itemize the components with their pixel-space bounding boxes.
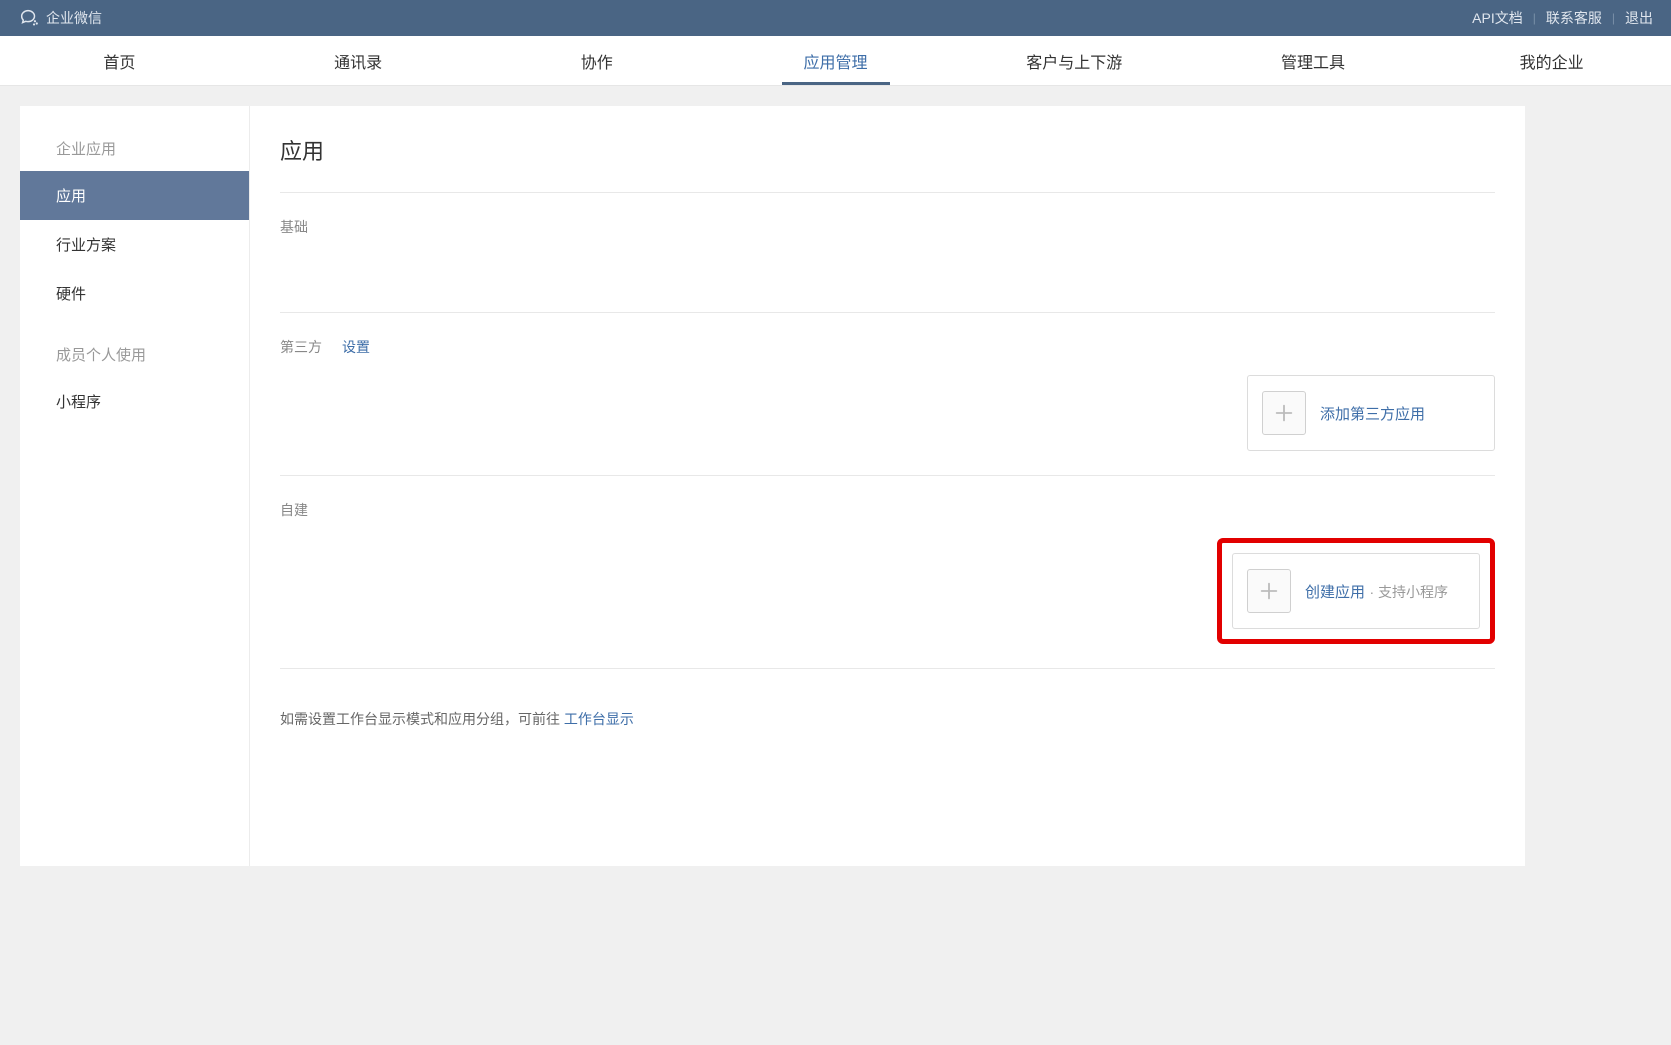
nav-contacts[interactable]: 通讯录: [239, 36, 478, 85]
nav-tools[interactable]: 管理工具: [1194, 36, 1433, 85]
sidebar-item-miniprogram[interactable]: 小程序: [20, 377, 249, 426]
brand-text: 企业微信: [46, 8, 102, 28]
main-content: 应用 基础 第三方 设置 添加第三方应用: [250, 106, 1525, 866]
create-app-sub: · 支持小程序: [1369, 584, 1448, 600]
brand: 企业微信: [18, 7, 102, 29]
logout-link[interactable]: 退出: [1625, 8, 1653, 28]
sidebar-item-industry[interactable]: 行业方案: [20, 220, 249, 269]
main-nav: 首页 通讯录 协作 应用管理 客户与上下游 管理工具 我的企业: [0, 36, 1671, 86]
section-thirdparty: 第三方 设置 添加第三方应用: [280, 313, 1495, 476]
workbench-display-link[interactable]: 工作台显示: [564, 711, 634, 727]
footer-note-text: 如需设置工作台显示模式和应用分组，可前往: [280, 711, 564, 727]
wecom-logo-icon: [18, 7, 40, 29]
section-selfbuild-label: 自建: [280, 500, 308, 520]
separator: |: [1612, 11, 1615, 25]
page-title: 应用: [280, 134, 1495, 193]
add-thirdparty-app-card[interactable]: 添加第三方应用: [1247, 375, 1495, 451]
create-app-label: 创建应用: [1305, 584, 1365, 601]
section-basic: 基础: [280, 193, 1495, 313]
nav-apps[interactable]: 应用管理: [716, 36, 955, 85]
footer-note: 如需设置工作台显示模式和应用分组，可前往 工作台显示: [280, 669, 1495, 729]
sidebar: 企业应用 应用 行业方案 硬件 成员个人使用 小程序: [20, 106, 250, 866]
top-links: API文档 | 联系客服 | 退出: [1472, 8, 1653, 28]
plus-icon: [1247, 569, 1291, 613]
nav-customers[interactable]: 客户与上下游: [955, 36, 1194, 85]
api-docs-link[interactable]: API文档: [1472, 8, 1523, 28]
sidebar-group-enterprise-apps: 企业应用: [20, 130, 249, 171]
sidebar-item-apps[interactable]: 应用: [20, 171, 249, 220]
content-panel: 企业应用 应用 行业方案 硬件 成员个人使用 小程序 应用 基础 第三方 设置: [20, 106, 1525, 866]
nav-my-enterprise[interactable]: 我的企业: [1432, 36, 1671, 85]
highlight-annotation: 创建应用 · 支持小程序: [1217, 538, 1495, 644]
plus-icon: [1262, 391, 1306, 435]
nav-collab[interactable]: 协作: [477, 36, 716, 85]
separator: |: [1533, 11, 1536, 25]
thirdparty-settings-link[interactable]: 设置: [342, 337, 370, 357]
nav-home[interactable]: 首页: [0, 36, 239, 85]
sidebar-item-hardware[interactable]: 硬件: [20, 269, 249, 318]
create-app-card[interactable]: 创建应用 · 支持小程序: [1232, 553, 1480, 629]
section-selfbuild: 自建 创建应用 · 支持小程序: [280, 476, 1495, 669]
sidebar-group-personal: 成员个人使用: [20, 336, 249, 377]
contact-support-link[interactable]: 联系客服: [1546, 8, 1602, 28]
page-body: 企业应用 应用 行业方案 硬件 成员个人使用 小程序 应用 基础 第三方 设置: [0, 86, 1671, 866]
add-thirdparty-label: 添加第三方应用: [1320, 403, 1425, 424]
section-basic-label: 基础: [280, 217, 308, 237]
section-thirdparty-label: 第三方: [280, 337, 322, 357]
topbar: 企业微信 API文档 | 联系客服 | 退出: [0, 0, 1671, 36]
